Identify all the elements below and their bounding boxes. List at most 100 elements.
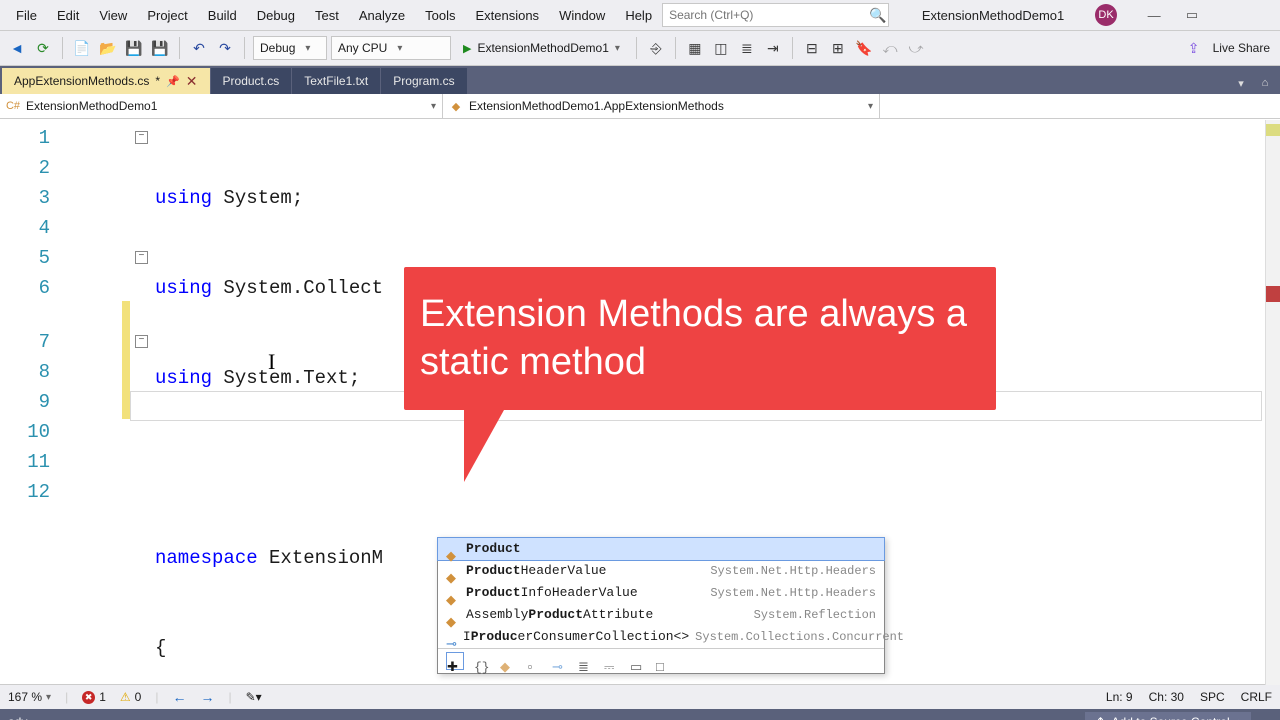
uncomment-icon[interactable]: ⊞ xyxy=(827,37,849,59)
tab-textfile1[interactable]: TextFile1.txt xyxy=(292,68,380,94)
chevron-down-icon: ▾ xyxy=(868,101,873,112)
tab-label: TextFile1.txt xyxy=(304,74,368,88)
start-debug-button[interactable]: ▶ ExtensionMethodDemo1 ▾ xyxy=(455,37,628,59)
tb-icon-4[interactable]: ≣ xyxy=(736,37,758,59)
chevron-down-icon: ▾ xyxy=(615,43,620,54)
tab-appextensionmethods[interactable]: AppExtensionMethods.cs * 📌 ✕ xyxy=(2,68,210,94)
menu-view[interactable]: View xyxy=(89,0,137,30)
fold-toggle[interactable]: − xyxy=(135,335,148,348)
menu-help[interactable]: Help xyxy=(615,0,662,30)
menu-window[interactable]: Window xyxy=(549,0,615,30)
filter-const-icon[interactable]: ▭ xyxy=(630,653,646,669)
filter-other-icon[interactable]: □ xyxy=(656,653,672,669)
filter-struct-icon[interactable]: ▫ xyxy=(526,653,542,669)
liveshare-button[interactable]: Live Share xyxy=(1213,41,1270,55)
nav-back-icon[interactable]: ◄ xyxy=(6,37,28,59)
class-icon: ◆ xyxy=(446,608,460,622)
interface-icon: ⊸ xyxy=(446,630,457,644)
annotation-callout: Extension Methods are always a static me… xyxy=(404,267,996,410)
filter-class-icon[interactable]: ◆ xyxy=(500,653,516,669)
run-target: ExtensionMethodDemo1 xyxy=(477,41,608,55)
tab-product[interactable]: Product.cs xyxy=(211,68,292,94)
search-input[interactable] xyxy=(663,6,868,24)
tb-icon-10[interactable]: ⤻ xyxy=(905,37,927,59)
tb-icon-3[interactable]: ◫ xyxy=(710,37,732,59)
modification-marker xyxy=(122,301,130,419)
filter-all-icon[interactable]: ✚ xyxy=(446,652,464,670)
ibeam-cursor-icon: I xyxy=(268,347,275,377)
chevron-down-icon: ▾ xyxy=(397,43,402,54)
filter-interface-icon[interactable]: ⊸ xyxy=(552,653,568,669)
fold-toggle[interactable]: − xyxy=(135,251,148,264)
tb-icon-9[interactable]: ⤺ xyxy=(879,37,901,59)
tabs-overflow-icon[interactable]: ▾ xyxy=(1230,72,1252,94)
filter-delegate-icon[interactable]: ⎓ xyxy=(604,653,620,669)
undo-icon[interactable]: ↶ xyxy=(188,37,210,59)
user-avatar[interactable]: DK xyxy=(1095,4,1117,26)
tab-label: AppExtensionMethods.cs xyxy=(14,74,149,88)
filter-namespace-icon[interactable]: {} xyxy=(474,653,490,669)
tab-program[interactable]: Program.cs xyxy=(381,68,466,94)
config-value: Debug xyxy=(260,41,295,55)
liveshare-icon[interactable]: ⇪ xyxy=(1183,37,1205,59)
menu-build[interactable]: Build xyxy=(198,0,247,30)
fold-toggle[interactable]: − xyxy=(135,131,148,144)
save-all-icon[interactable]: 💾 xyxy=(149,37,171,59)
minimize-button[interactable]: — xyxy=(1135,2,1173,28)
class-icon: ◆ xyxy=(446,542,460,556)
play-icon: ▶ xyxy=(463,42,471,55)
nav-project-dropdown[interactable]: C# ExtensionMethodDemo1 ▾ xyxy=(0,94,443,118)
tb-icon-1[interactable]: ⎆ xyxy=(645,37,667,59)
document-tabs: AppExtensionMethods.cs * 📌 ✕ Product.cs T… xyxy=(0,66,1280,94)
comment-icon[interactable]: ⊟ xyxy=(801,37,823,59)
ruler-change-marker xyxy=(1266,124,1280,136)
quick-launch[interactable]: 🔍 xyxy=(662,3,889,27)
filter-enum-icon[interactable]: ≣ xyxy=(578,653,594,669)
tabs-home-icon[interactable]: ⌂ xyxy=(1254,72,1276,94)
csharp-icon: C# xyxy=(6,99,20,113)
overview-ruler[interactable] xyxy=(1265,120,1280,685)
separator xyxy=(179,37,180,59)
menu-tools[interactable]: Tools xyxy=(415,0,465,30)
completion-item[interactable]: ⊸ IProducerConsumerCollection<> System.C… xyxy=(438,626,884,648)
bookmark-icon[interactable]: 🔖 xyxy=(853,37,875,59)
pin-icon[interactable]: 📌 xyxy=(166,75,180,88)
menu-project[interactable]: Project xyxy=(137,0,197,30)
tb-icon-5[interactable]: ⇥ xyxy=(762,37,784,59)
main-toolbar: ◄ ⟳ 📄 📂 💾 💾 ↶ ↷ Debug▾ Any CPU▾ ▶Extensi… xyxy=(0,31,1280,66)
save-icon[interactable]: 💾 xyxy=(123,37,145,59)
code-editor[interactable]: 123456 789101112 − − − using System; usi… xyxy=(0,119,1280,684)
separator xyxy=(62,37,63,59)
class-icon: ◆ xyxy=(446,564,460,578)
menu-extensions[interactable]: Extensions xyxy=(465,0,549,30)
nav-member-dropdown[interactable] xyxy=(880,94,1280,118)
solution-name: ExtensionMethodDemo1 xyxy=(903,8,1083,23)
platform-dropdown[interactable]: Any CPU▾ xyxy=(331,36,451,60)
tab-label: Product.cs xyxy=(223,74,280,88)
class-icon: ◆ xyxy=(449,99,463,113)
nav-type-label: ExtensionMethodDemo1.AppExtensionMethods xyxy=(469,99,724,113)
separator xyxy=(636,37,637,59)
maximize-button[interactable]: ▭ xyxy=(1173,2,1211,28)
menu-debug[interactable]: Debug xyxy=(247,0,305,30)
zoom-control[interactable]: 167 %▾ xyxy=(8,690,51,704)
intellisense-popup[interactable]: ◆ Product ◆ ProductHeaderValue System.Ne… xyxy=(437,537,885,674)
nav-fwd-icon[interactable]: ⟳ xyxy=(32,37,54,59)
menu-analyze[interactable]: Analyze xyxy=(349,0,415,30)
open-icon[interactable]: 📂 xyxy=(97,37,119,59)
menu-edit[interactable]: Edit xyxy=(47,0,89,30)
menu-bar: File Edit View Project Build Debug Test … xyxy=(0,0,1280,31)
error-count[interactable]: ✖1 xyxy=(82,690,106,704)
warning-count[interactable]: ⚠0 xyxy=(120,690,141,704)
new-file-icon[interactable]: 📄 xyxy=(71,37,93,59)
dirty-indicator: * xyxy=(155,74,160,88)
nav-type-dropdown[interactable]: ◆ ExtensionMethodDemo1.AppExtensionMetho… xyxy=(443,94,880,118)
separator xyxy=(244,37,245,59)
config-dropdown[interactable]: Debug▾ xyxy=(253,36,327,60)
callout-text: Extension Methods are always a static me… xyxy=(420,293,967,383)
close-icon[interactable]: ✕ xyxy=(186,73,198,90)
redo-icon[interactable]: ↷ xyxy=(214,37,236,59)
menu-file[interactable]: File xyxy=(6,0,47,30)
menu-test[interactable]: Test xyxy=(305,0,349,30)
tb-icon-2[interactable]: ▦ xyxy=(684,37,706,59)
